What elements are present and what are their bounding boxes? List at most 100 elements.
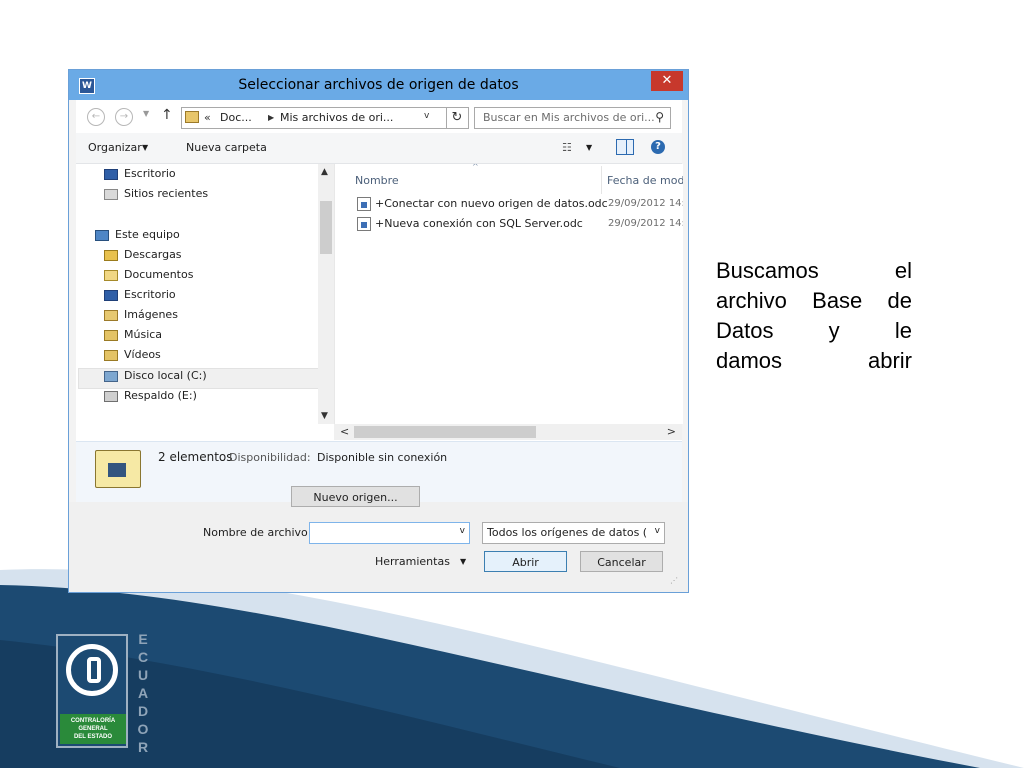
column-header-name[interactable]: Nombre: [355, 174, 399, 187]
logo-emblem-icon: [66, 644, 118, 696]
file-type-dropdown-icon[interactable]: v: [655, 526, 660, 536]
resize-grip-icon[interactable]: ⋰: [670, 576, 678, 585]
computer-icon: [95, 229, 109, 241]
navigation-pane-scrollbar[interactable]: ▲ ▼: [318, 164, 334, 424]
tree-item-musica[interactable]: Música: [104, 325, 162, 345]
filename-input[interactable]: v: [309, 522, 470, 544]
logo-country-vertical: ECUADOR: [135, 630, 151, 756]
caption-word-abrir: abrir: [867, 348, 912, 373]
tools-dropdown-icon[interactable]: ▼: [460, 557, 466, 566]
navigation-pane: Escritorio Sitios recientes Este equipo …: [76, 164, 334, 424]
slide-caption: Buscamos el archivo Base de Datos y le: [716, 258, 912, 343]
file-type-select[interactable]: Todos los orígenes de datos (*.odc v: [482, 522, 665, 544]
column-divider[interactable]: [601, 166, 602, 194]
tree-item-documentos[interactable]: Documentos: [104, 265, 193, 285]
search-input[interactable]: Buscar en Mis archivos de ori... ⚲: [474, 107, 671, 129]
address-bar[interactable]: « Doc... ▶ Mis archivos de ori... v: [181, 107, 447, 129]
recent-places-icon: [104, 188, 118, 200]
tree-item-imagenes[interactable]: Imágenes: [104, 305, 178, 325]
logo-institution-name: CONTRALORÍA GENERAL DEL ESTADO: [60, 714, 126, 744]
tree-item-escritorio[interactable]: Escritorio: [104, 164, 176, 184]
local-disk-icon: [104, 370, 118, 382]
column-header-date[interactable]: Fecha de modi: [607, 174, 683, 187]
new-source-button[interactable]: Nuevo origen...: [291, 486, 420, 507]
desktop-folder-icon: [104, 289, 118, 301]
forward-arrow-icon[interactable]: →: [115, 108, 133, 126]
close-button[interactable]: ✕: [651, 71, 683, 91]
new-folder-button[interactable]: Nueva carpeta: [186, 141, 267, 154]
tree-item-este-equipo[interactable]: Este equipo: [95, 225, 180, 245]
file-name: +Nueva conexión con SQL Server.odc: [375, 217, 583, 230]
file-name: +Conectar con nuevo origen de datos.odc: [375, 197, 608, 210]
tree-item-escritorio-folder[interactable]: Escritorio: [104, 285, 176, 305]
file-date: 29/09/2012 14:: [608, 218, 683, 229]
sort-indicator-icon: ^: [472, 164, 479, 171]
organize-button[interactable]: Organizar: [88, 141, 142, 154]
tree-item-label: Sitios recientes: [124, 187, 209, 200]
desktop-icon: [104, 168, 118, 180]
videos-icon: [104, 349, 118, 361]
tree-item-disco-local[interactable]: Disco local (C:): [104, 366, 207, 386]
up-arrow-icon[interactable]: ↑: [161, 107, 173, 123]
tree-item-descargas[interactable]: Descargas: [104, 245, 182, 265]
organize-dropdown-icon[interactable]: ▼: [142, 143, 148, 152]
filename-label: Nombre de archivo:: [203, 526, 312, 539]
file-row[interactable]: +Conectar con nuevo origen de datos.odc …: [335, 194, 683, 214]
search-icon[interactable]: ⚲: [655, 110, 664, 124]
logo-name-line: GENERAL: [78, 726, 108, 732]
view-options-dropdown-icon[interactable]: ▼: [586, 143, 592, 152]
scroll-right-icon[interactable]: >: [667, 425, 676, 438]
scroll-up-icon[interactable]: ▲: [321, 167, 328, 177]
logo-country-letter: C: [137, 649, 149, 665]
breadcrumb-current-folder[interactable]: Mis archivos de ori...: [280, 111, 393, 124]
tree-item-videos[interactable]: Vídeos: [104, 345, 161, 365]
scrollbar-thumb[interactable]: [320, 201, 332, 254]
file-list-horizontal-scrollbar[interactable]: < >: [334, 424, 682, 440]
tree-item-label: Vídeos: [124, 348, 161, 361]
scrollbar-thumb[interactable]: [354, 426, 536, 438]
title-bar[interactable]: W Seleccionar archivos de origen de dato…: [69, 70, 688, 100]
logo-name-line: CONTRALORÍA: [70, 718, 116, 724]
data-source-folder-icon: [95, 450, 141, 488]
tree-item-label: Escritorio: [124, 288, 176, 301]
navigation-bar: ← → ▼ ↑ « Doc... ▶ Mis archivos de ori..…: [76, 100, 682, 133]
breadcrumb-documents[interactable]: Doc...: [220, 111, 252, 124]
file-date: 29/09/2012 14:: [608, 198, 683, 209]
logo-country-letter: O: [137, 721, 149, 737]
tree-item-respaldo[interactable]: Respaldo (E:): [104, 386, 197, 406]
view-options-icon[interactable]: ☷: [562, 141, 572, 154]
scroll-down-icon[interactable]: ▼: [321, 411, 328, 421]
back-arrow-icon[interactable]: ←: [87, 108, 105, 126]
filename-dropdown-icon[interactable]: v: [460, 526, 465, 536]
folder-icon: [185, 111, 199, 123]
tree-item-label: Este equipo: [115, 228, 180, 241]
file-row[interactable]: +Nueva conexión con SQL Server.odc 29/09…: [335, 214, 683, 234]
odc-file-icon: [357, 197, 371, 211]
file-dialog: W Seleccionar archivos de origen de dato…: [68, 69, 689, 593]
tree-item-label: Disco local (C:): [124, 369, 207, 382]
search-placeholder: Buscar en Mis archivos de ori...: [483, 111, 655, 124]
tree-item-label: Escritorio: [124, 167, 176, 180]
file-type-value: Todos los orígenes de datos (*.odc: [487, 526, 647, 539]
preview-pane-icon[interactable]: [616, 139, 634, 155]
contraloria-logo: CONTRALORÍA GENERAL DEL ESTADO: [56, 634, 128, 748]
tree-item-label: Documentos: [124, 268, 194, 281]
logo-country-letter: E: [138, 631, 148, 647]
open-button[interactable]: Abrir: [484, 551, 567, 572]
caption-word-damos: damos: [716, 348, 783, 373]
tools-menu-button[interactable]: Herramientas: [375, 555, 450, 568]
tree-item-label: Descargas: [124, 248, 182, 261]
breadcrumb-separator-icon[interactable]: ▶: [268, 113, 274, 122]
scroll-left-icon[interactable]: <: [340, 425, 349, 438]
address-dropdown-icon[interactable]: v: [424, 111, 429, 121]
tree-item-label: Imágenes: [124, 308, 178, 321]
logo-country-letter: U: [137, 667, 149, 683]
recent-locations-dropdown-icon[interactable]: ▼: [143, 109, 149, 118]
refresh-icon[interactable]: ↻: [446, 107, 469, 129]
odc-file-icon: [357, 217, 371, 231]
help-icon[interactable]: ?: [651, 140, 665, 154]
breadcrumb-overflow[interactable]: «: [204, 111, 211, 124]
tree-item-label: Respaldo (E:): [124, 389, 197, 402]
tree-item-sitios-recientes[interactable]: Sitios recientes: [104, 184, 208, 204]
cancel-button[interactable]: Cancelar: [580, 551, 663, 572]
